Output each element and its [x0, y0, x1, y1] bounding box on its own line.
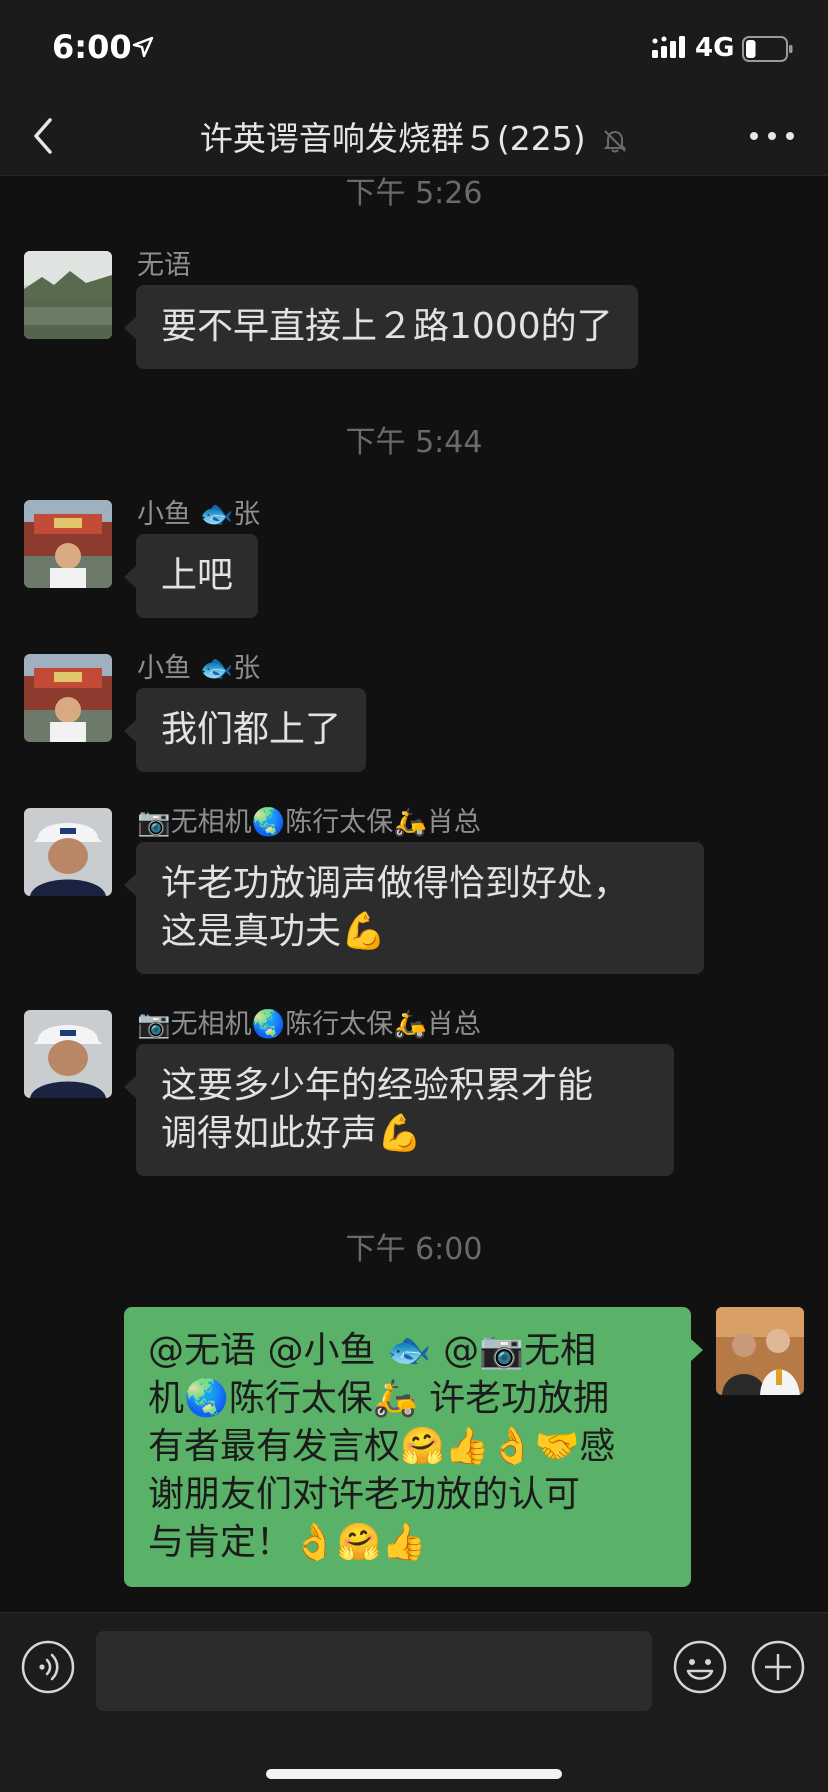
message-line: 许老功放调声做得恰到好处， — [161, 863, 630, 904]
message-line: 谢朋友们对许老功放的认可 — [148, 1474, 581, 1515]
sender-name: 无语 — [137, 250, 191, 281]
message-bubble-outgoing[interactable]: @无语 @小鱼 🐟 @📷无相 机🌏陈行太保🛵 许老功放拥 有者最有发言权🤗👍👌🤝… — [124, 1307, 703, 1587]
message-line: 有者最有发言权🤗👍👌🤝感 — [148, 1426, 616, 1467]
signal-icon — [652, 36, 685, 58]
chat-title-wrap: 许英谔音响发烧群５(225) — [0, 112, 828, 160]
sender-name: 小鱼 🐟张 — [137, 499, 261, 530]
emoji-icon[interactable] — [672, 1639, 728, 1695]
avatar[interactable] — [24, 1010, 112, 1098]
message-line: 调得如此好声💪 — [161, 1113, 422, 1154]
message-bubble[interactable]: 许老功放调声做得恰到好处， 这是真功夫💪 — [124, 842, 704, 974]
avatar[interactable] — [24, 251, 112, 339]
location-arrow-icon — [132, 36, 154, 58]
sender-name: 小鱼 🐟张 — [137, 653, 261, 684]
message-bubble[interactable]: 要不早直接上２路1000的了 — [124, 285, 638, 369]
status-bar: 6:00 4G — [0, 0, 828, 96]
status-time: 6:00 — [52, 28, 132, 66]
chat-header: 许英谔音响发烧群５(225) — [0, 96, 828, 176]
message-bubble[interactable]: 这要多少年的经验积累才能 调得如此好声💪 — [124, 1044, 674, 1176]
message-bubble[interactable]: 上吧 — [123, 534, 259, 618]
plus-icon[interactable] — [750, 1639, 806, 1695]
timestamp: 下午 5:44 — [345, 425, 483, 460]
sender-name: 📷无相机🌏陈行太保🛵肖总 — [137, 1009, 481, 1040]
chat-title: 许英谔音响发烧群５(225) — [199, 119, 586, 158]
network-type: 4G — [695, 33, 735, 63]
bell-off-icon — [603, 129, 627, 152]
timestamp: 下午 6:00 — [345, 1232, 483, 1267]
message-list[interactable]: 下午 5:26 无语 要不早直接上２路1000的了 下午 5:44 小鱼 🐟张 … — [0, 177, 828, 1612]
message-line: 机🌏陈行太保🛵 许老功放拥 — [148, 1378, 610, 1419]
avatar[interactable] — [24, 808, 112, 896]
avatar[interactable] — [24, 500, 112, 588]
message-line: 与肯定！👌🤗👍 — [148, 1522, 427, 1563]
input-bar — [0, 1612, 828, 1792]
avatar[interactable] — [24, 654, 112, 742]
message-bubble[interactable]: 我们都上了 — [123, 688, 367, 772]
message-line: 这是真功夫💪 — [161, 911, 386, 952]
battery-icon — [742, 36, 793, 62]
message-line: 这要多少年的经验积累才能 — [161, 1065, 594, 1106]
avatar-self[interactable] — [716, 1307, 804, 1395]
voice-icon[interactable] — [20, 1639, 76, 1695]
more-dots-icon[interactable] — [744, 120, 800, 152]
home-indicator[interactable] — [266, 1769, 562, 1779]
timestamp: 下午 5:26 — [345, 177, 483, 211]
message-line: @无语 @小鱼 🐟 @📷无相 — [148, 1330, 596, 1371]
message-input[interactable] — [96, 1631, 652, 1711]
sender-name: 📷无相机🌏陈行太保🛵肖总 — [137, 807, 481, 838]
